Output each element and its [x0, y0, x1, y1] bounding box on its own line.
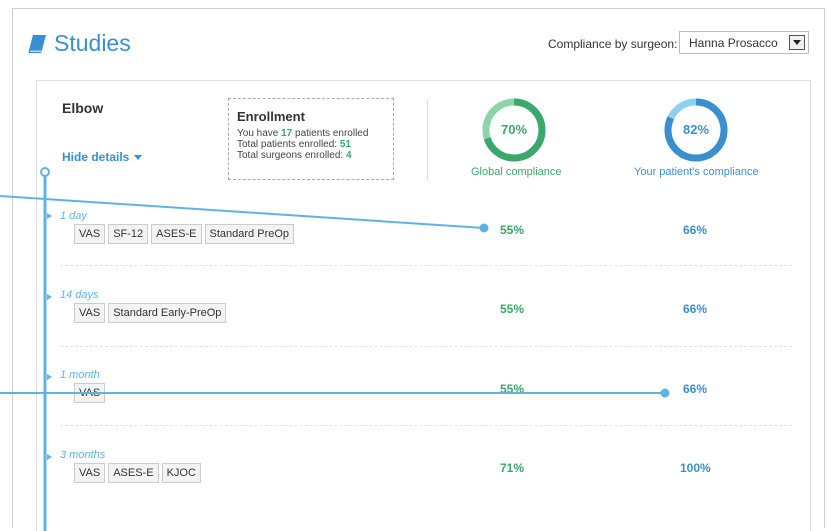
timeline-marker — [47, 213, 52, 219]
annotation-dot-1 — [479, 223, 489, 233]
timeline-overlay — [0, 167, 670, 531]
timeline-marker — [47, 454, 52, 460]
timeline-start-dot — [40, 167, 50, 177]
timeline-marker — [47, 374, 52, 380]
timeline-marker — [47, 294, 52, 300]
annotation-line-1 — [0, 195, 485, 229]
annotation-dot-2 — [660, 388, 670, 398]
